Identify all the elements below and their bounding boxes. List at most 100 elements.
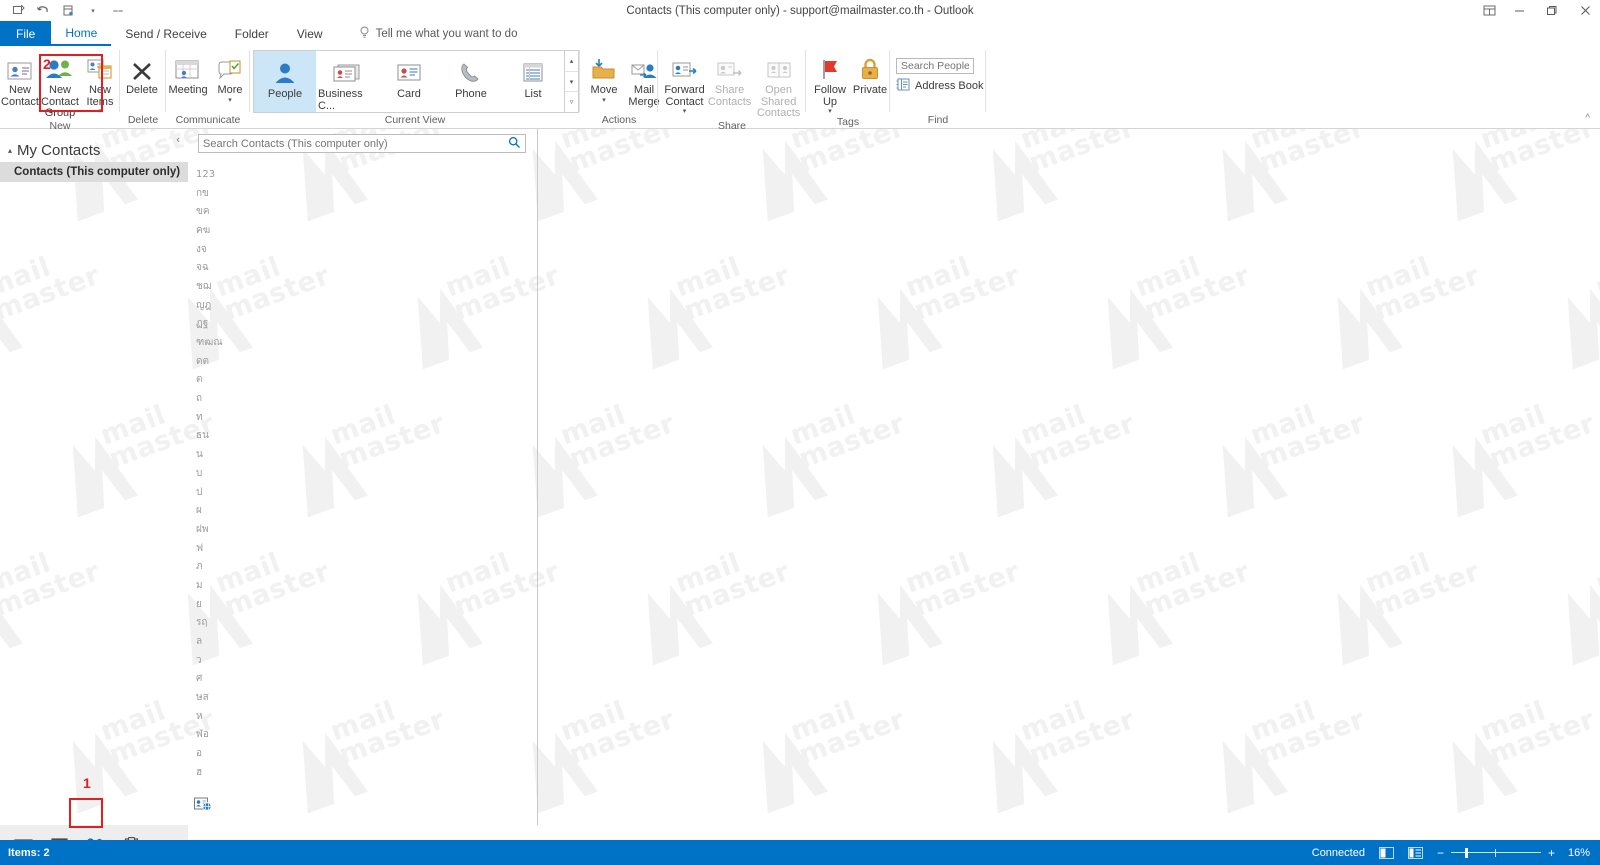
alphabet-index-item[interactable]: ฑฒณ [188, 333, 537, 352]
new-items-caret-icon[interactable]: ▾ [98, 108, 102, 116]
restore-icon[interactable] [1534, 0, 1570, 21]
alphabet-index-item[interactable]: ท [188, 408, 537, 427]
forward-contact-caret-icon[interactable]: ▾ [683, 108, 687, 116]
alphabet-index-item[interactable]: ดต [188, 352, 537, 371]
search-people-input[interactable] [896, 58, 974, 74]
alphabet-index-item[interactable]: ภ [188, 557, 537, 576]
ribbon-tabs[interactable]: File Home Send / Receive Folder View Tel… [0, 21, 1600, 46]
alphabet-index-item[interactable]: กข [188, 184, 537, 203]
more-communicate-caret-icon[interactable]: ▾ [228, 97, 232, 105]
zoom-slider[interactable] [1450, 847, 1541, 858]
search-magnifier-icon[interactable] [508, 136, 521, 152]
alphabet-index-item[interactable]: ย [188, 595, 537, 614]
tab-send-receive[interactable]: Send / Receive [111, 21, 220, 46]
meeting-button[interactable]: Meeting [166, 50, 210, 97]
undo-icon[interactable] [35, 3, 51, 18]
alphabet-index-item[interactable]: ถ [188, 389, 537, 408]
alphabet-index-item[interactable]: บ [188, 464, 537, 483]
alphabet-index-item[interactable]: จฉ [188, 258, 537, 277]
tab-file[interactable]: File [0, 21, 52, 46]
list-icon [521, 55, 545, 85]
collapse-ribbon-icon[interactable]: ^ [1585, 113, 1590, 124]
alphabet-index-item[interactable]: รฤ [188, 614, 537, 633]
search-contacts-box[interactable] [198, 134, 526, 153]
view-business-card[interactable]: Business C... [316, 51, 378, 112]
forward-contact-icon [672, 52, 698, 82]
zoom-out-button[interactable]: − [1437, 846, 1444, 860]
alphabet-index-item[interactable]: ว [188, 651, 537, 670]
tab-home[interactable]: Home [51, 21, 112, 46]
alphabet-index-item[interactable]: ศ [188, 670, 537, 689]
close-icon[interactable] [1570, 0, 1600, 21]
current-view-gallery[interactable]: People Business C... Card Phone List ▴ ▾… [253, 50, 579, 113]
touch-mode-icon[interactable] [60, 3, 76, 18]
address-book-button[interactable]: Address Book [896, 78, 986, 94]
follow-up-button[interactable]: Follow Up ▾ [810, 50, 850, 116]
view-phone[interactable]: Phone [440, 51, 502, 112]
alphabet-index-item[interactable]: ล [188, 632, 537, 651]
reading-view-icon[interactable] [1407, 846, 1423, 859]
move-caret-icon[interactable]: ▾ [602, 97, 606, 105]
alphabet-index-item[interactable]: งจ [188, 240, 537, 259]
alphabet-index-item[interactable]: ฝพ [188, 520, 537, 539]
gallery-scroll-down-icon[interactable]: ▾ [565, 72, 578, 93]
more-communicate-icon [217, 52, 243, 82]
ribbon-display-options-icon[interactable] [1474, 0, 1504, 21]
new-contact-label: New Contact [1, 84, 39, 108]
view-people[interactable]: People [254, 51, 316, 112]
zoom-control[interactable]: − + 16% [1437, 846, 1590, 860]
alphabet-index-item[interactable]: ม [188, 576, 537, 595]
alphabet-index-item[interactable]: ฮ [188, 763, 537, 782]
normal-view-icon[interactable] [1378, 846, 1394, 859]
my-contacts-header[interactable]: ▴ My Contacts [0, 139, 188, 162]
zoom-in-button[interactable]: + [1548, 846, 1555, 860]
zoom-slider-handle[interactable] [1464, 847, 1468, 858]
alphabet-index-item[interactable]: 123 [188, 165, 537, 184]
send-receive-all-folders-icon[interactable] [10, 3, 26, 18]
alphabet-index-item[interactable]: ขค [188, 202, 537, 221]
new-items-button[interactable]: New Items ▾ [80, 50, 120, 116]
follow-up-caret-icon[interactable]: ▾ [828, 108, 832, 116]
alphabet-index-item[interactable]: ญฎ [188, 296, 537, 315]
alphabet-index-item[interactable]: น [188, 445, 537, 464]
view-list[interactable]: List [502, 51, 564, 112]
alphabet-index-item[interactable]: ห [188, 707, 537, 726]
gallery-more-icon[interactable]: ▿ [565, 92, 578, 112]
quick-access-dropdown-icon[interactable]: ▾ [85, 3, 101, 18]
collapse-folder-pane-icon[interactable]: ‹ [176, 134, 180, 146]
tell-me-search[interactable]: Tell me what you want to do [337, 21, 517, 46]
ribbon-group-new: New Contact New Contact Group New Items … [0, 46, 120, 132]
alphabet-index-item[interactable]: คฆ [188, 221, 537, 240]
expand-triangle-icon[interactable]: ▴ [8, 146, 12, 155]
alphabet-index-item[interactable]: ชฌ [188, 277, 537, 296]
gallery-scroll-up-icon[interactable]: ▴ [565, 51, 578, 72]
alphabet-index-item[interactable]: ต [188, 371, 537, 390]
gallery-scroll[interactable]: ▴ ▾ ▿ [564, 51, 578, 112]
new-contact-button[interactable]: New Contact [0, 50, 40, 108]
sidebar-item-contacts[interactable]: Contacts (This computer only) [0, 162, 188, 182]
minimize-icon[interactable] [1504, 0, 1534, 21]
customize-quick-access-toolbar-icon[interactable]: ⩵ [110, 3, 126, 18]
alphabet-index-item[interactable]: ฬอ [188, 726, 537, 745]
delete-button[interactable]: Delete [120, 50, 164, 97]
forward-contact-button[interactable]: Forward Contact ▾ [661, 50, 708, 116]
annotation-number-2: 2 [43, 56, 51, 72]
private-button[interactable]: Private [850, 50, 890, 97]
more-communicate-button[interactable]: More ▾ [210, 50, 250, 105]
view-card[interactable]: Card [378, 51, 440, 112]
move-button[interactable]: Move ▾ [584, 50, 624, 105]
window-controls[interactable] [1474, 0, 1600, 21]
alphabet-index-item[interactable]: ษส [188, 688, 537, 707]
alphabet-index-item[interactable]: ฏฐ [188, 315, 537, 334]
alphabet-index-item[interactable]: ฟ [188, 539, 537, 558]
view-card-label: Card [397, 88, 421, 100]
alphabet-index-item[interactable]: ธน [188, 427, 537, 446]
alphabet-index-item[interactable]: อ [188, 744, 537, 763]
search-contacts-input[interactable] [203, 137, 508, 150]
quick-access-toolbar[interactable]: ▾ ⩵ [0, 3, 126, 18]
tab-folder[interactable]: Folder [221, 21, 283, 46]
alphabet-index-item[interactable]: ป [188, 483, 537, 502]
tab-view[interactable]: View [283, 21, 337, 46]
alphabet-index[interactable]: 123 กข ขค คฆ งจ จฉ ชฌ ญฎ ฏฐ ฑฒณ ดตตถทธนนบปผฝพฟภมยร… [188, 165, 537, 782]
alphabet-index-item[interactable]: ผ [188, 501, 537, 520]
